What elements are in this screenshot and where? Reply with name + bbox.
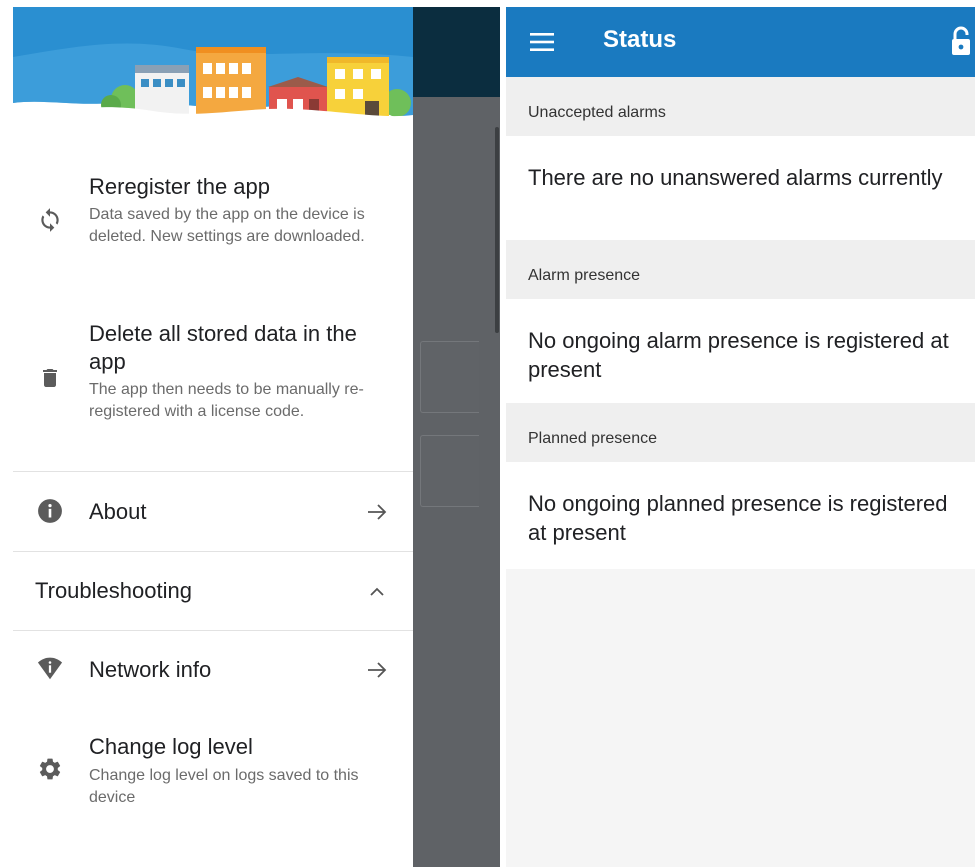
status-message: There are no unanswered alarms currently [528, 165, 943, 190]
drawer-item-about[interactable]: About [13, 472, 413, 551]
status-message: No ongoing alarm presence is registered … [528, 328, 949, 382]
status-card-planned-presence: No ongoing planned presence is registere… [506, 462, 975, 569]
drawer-item-title: Reregister the app [89, 174, 270, 199]
drawer-item-title: Delete all stored data in the app [89, 321, 357, 374]
status-screen: Status Unaccepted alarms There are no un… [506, 7, 975, 867]
obscured-app-bar [413, 7, 500, 97]
page-title: Status [603, 26, 677, 53]
drawer-item-subtitle: The app then needs to be manually re-reg… [89, 381, 364, 420]
drawer-item-subtitle: Change log level on logs saved to this d… [89, 767, 359, 806]
status-card-unaccepted-alarms: There are no unanswered alarms currently [506, 136, 975, 240]
scrollbar-thumb[interactable] [495, 127, 499, 333]
section-label-alarm-presence: Alarm presence [528, 267, 641, 284]
empty-area [506, 569, 975, 867]
status-message: No ongoing planned presence is registere… [528, 491, 948, 545]
drawer-item-delete-data[interactable]: Delete all stored data in the app The ap… [13, 307, 413, 457]
drawer-item-reregister[interactable]: Reregister the app Data saved by the app… [13, 167, 413, 277]
unlock-icon[interactable] [950, 25, 972, 57]
drawer-item-change-log-level[interactable]: Change log level Change log level on log… [13, 722, 413, 822]
drawer-item-title: Change log level [89, 734, 253, 759]
section-title: Troubleshooting [35, 578, 192, 603]
sync-icon [37, 207, 63, 233]
trash-icon [37, 365, 63, 391]
obscured-card [420, 435, 479, 507]
obscured-card [420, 341, 479, 413]
wifi-info-icon [37, 656, 63, 682]
info-icon [37, 498, 63, 524]
section-label-planned-presence: Planned presence [528, 430, 657, 447]
drawer-header-illustration [13, 7, 413, 147]
section-label-unaccepted-alarms: Unaccepted alarms [528, 104, 666, 121]
drawer-panel: Reregister the app Data saved by the app… [13, 7, 413, 867]
gear-icon [37, 756, 63, 782]
drawer-item-network-info[interactable]: Network info [13, 631, 413, 709]
drawer-item-subtitle: Data saved by the app on the device is d… [89, 206, 365, 245]
app-bar: Status [506, 7, 975, 77]
menu-icon[interactable] [528, 28, 556, 56]
navigation-drawer-screen: Reregister the app Data saved by the app… [13, 7, 500, 867]
drawer-item-title: About [89, 499, 147, 524]
arrow-right-icon [365, 658, 389, 682]
drawer-section-troubleshooting[interactable]: Troubleshooting [13, 552, 413, 630]
drawer-item-title: Network info [89, 657, 212, 682]
chevron-up-icon [365, 580, 389, 604]
status-card-alarm-presence: No ongoing alarm presence is registered … [506, 299, 975, 403]
arrow-right-icon [365, 500, 389, 524]
